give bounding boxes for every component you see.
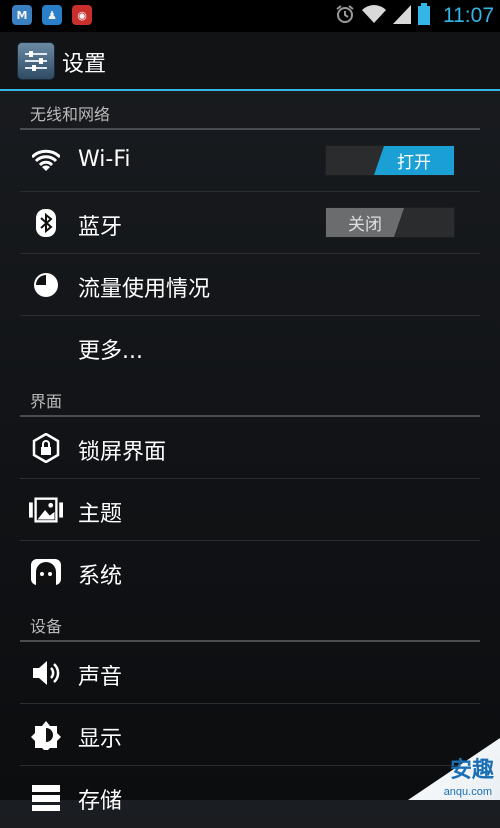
clock: 11:07 [443,4,494,27]
settings-item-more[interactable]: 更多... [0,316,500,378]
system-icon [29,556,63,588]
battery-icon [418,3,430,29]
settings-item-label: 蓝牙 [78,215,123,240]
brightness-icon [29,719,63,751]
lock-icon [29,432,63,464]
settings-item-system[interactable]: 系统 [0,541,500,603]
wifi-icon [29,145,63,177]
notification-icons: M ♟ ◉ [12,5,92,25]
settings-item-sound[interactable]: 声音 [0,642,500,704]
toggle-thumb: 打开 [374,146,454,175]
speaker-icon [29,657,63,689]
settings-item-label: 主题 [78,502,123,527]
bluetooth-icon [29,207,63,239]
section-header: 界面 [0,378,500,417]
alarm-icon [335,4,355,28]
settings-item-wifi[interactable]: Wi-Fi 打开 [0,130,500,192]
settings-item-label: 流量使用情况 [78,277,211,302]
settings-item-data-usage[interactable]: 流量使用情况 [0,254,500,316]
theme-icon [29,494,63,526]
action-bar: 设置 [0,32,500,91]
settings-item-label: 声音 [78,665,123,690]
settings-item-label: 更多... [78,339,143,364]
qq-penguin-icon: ♟ [42,5,62,25]
section-header: 设备 [0,603,500,642]
section-header: 无线和网络 [0,91,500,130]
storage-icon [29,781,63,813]
page-title: 设置 [62,52,107,77]
settings-item-label: 系统 [78,564,123,589]
settings-app-icon[interactable] [17,42,55,80]
toggle-thumb: 关闭 [326,208,404,237]
section-label: 设备 [30,617,63,636]
cell-signal-icon [393,4,411,28]
settings-item-label: 存储 [78,789,123,814]
settings-item-label: Wi-Fi [78,147,131,172]
status-bar: M ♟ ◉ 11:07 [0,0,500,32]
weibo-icon: ◉ [72,5,92,25]
bluetooth-toggle[interactable]: 关闭 [325,207,455,238]
status-icons: 11:07 [335,2,494,30]
section-label: 界面 [30,392,63,411]
section-label: 无线和网络 [30,105,111,124]
settings-item-bluetooth[interactable]: 蓝牙 关闭 [0,192,500,254]
settings-list: 无线和网络 Wi-Fi 打开蓝牙 关闭流量使用情况 更多... 界面锁屏界面主题系统设备声… [0,91,500,828]
m-app-icon: M [12,5,32,25]
wifi-toggle[interactable]: 打开 [325,145,455,176]
settings-item-label: 显示 [78,727,123,752]
settings-item-label: 锁屏界面 [78,440,167,465]
data-usage-icon [29,269,63,301]
watermark-logo: 安趣 anqu.com [408,738,500,800]
wifi-signal-icon [362,4,386,28]
settings-item-lock-screen[interactable]: 锁屏界面 [0,417,500,479]
settings-item-theme[interactable]: 主题 [0,479,500,541]
